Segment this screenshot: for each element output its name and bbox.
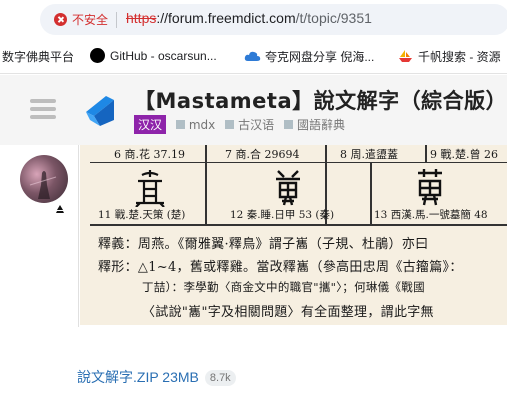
- bookmark-item[interactable]: 千帆搜索 - 资源: [398, 48, 501, 65]
- scan-cell-label: 7 商.合 29694: [225, 148, 300, 161]
- address-bar-area: 不安全 https://forum.freemdict.com/t/topic/…: [0, 0, 507, 40]
- scan-text-line: 丁喆）：李學勤〈商金文中的職官"攜"〉；何琳儀《戰國: [142, 280, 425, 294]
- separator: [116, 12, 117, 28]
- ancient-character-glyph: [418, 169, 442, 206]
- tag-item[interactable]: 國語辭典: [283, 116, 345, 133]
- ship-icon: [399, 50, 412, 62]
- topic-title[interactable]: 【Mastameta】說文解字（綜合版）: [134, 85, 507, 115]
- bookmark-item[interactable]: GitHub - oscarsun...: [90, 48, 217, 63]
- bookmark-label: 千帆搜索 - 资源: [418, 50, 501, 64]
- scan-text-line: 釋形：△1~4，舊或釋雞。當改釋巂（參高田忠周《古籀篇》：: [98, 260, 463, 275]
- attachment-name: 說文解字.ZIP 23MB: [77, 369, 199, 385]
- security-label[interactable]: 不安全: [72, 11, 108, 28]
- scan-text-line: 〈試說"巂"字及相關問題〉有全面整理，謂此字無: [142, 305, 434, 320]
- url-path: /t/topic/9351: [295, 10, 372, 26]
- bookmark-label: 夸克网盘分享 倪海...: [265, 50, 375, 64]
- url-protocol: https: [126, 10, 157, 26]
- tag-item[interactable]: 古汉语: [225, 116, 274, 133]
- tag-label: 古汉语: [238, 118, 275, 132]
- tag-label: mdx: [188, 117, 216, 132]
- bookmark-item[interactable]: 夸克网盘分享 倪海...: [244, 48, 374, 65]
- attachment-link[interactable]: 說文解字.ZIP 23MB 8.7k: [77, 367, 236, 387]
- category-badge[interactable]: 汉汉: [134, 115, 167, 134]
- scan-grid-bottom: [90, 224, 507, 226]
- scan-cell-label: 6 商.花 37.19: [114, 148, 185, 161]
- tag-item[interactable]: mdx: [175, 117, 216, 132]
- scan-cell-label: 12 秦.睡.日甲 53 (秦): [230, 209, 335, 221]
- not-secure-icon[interactable]: [54, 13, 67, 26]
- tag-label: 國語辭典: [296, 118, 345, 132]
- url-bar[interactable]: 不安全 https://forum.freemdict.com/t/topic/…: [40, 4, 507, 35]
- post-divider: [78, 145, 79, 327]
- forum-logo-icon[interactable]: [80, 90, 120, 130]
- url-text[interactable]: https://forum.freemdict.com/t/topic/9351: [126, 10, 372, 26]
- download-count-badge: 8.7k: [204, 370, 236, 386]
- post-body: 6 商.花 37.19 7 商.合 29694 8 周.遣盨蓋 9 戰.楚.曾 …: [0, 145, 507, 410]
- bookmark-label: 数字佛典平台: [2, 50, 75, 64]
- dictionary-scan-image: 6 商.花 37.19 7 商.合 29694 8 周.遣盨蓋 9 戰.楚.曾 …: [80, 145, 507, 325]
- forum-header: 【Mastameta】說文解字（綜合版） 汉汉 mdx 古汉语 國語辭典: [0, 75, 507, 145]
- scan-text-line: 釋義：周燕。《爾雅翼·釋鳥》謂子巂（子規、杜鵑）亦曰: [98, 237, 429, 252]
- scan-cell-label: 13 西漢.馬.一號墓簡 48: [374, 209, 488, 221]
- url-host: forum.freemdict.com: [168, 10, 296, 26]
- bookmark-label: GitHub - oscarsun...: [110, 49, 217, 63]
- user-avatar[interactable]: [20, 155, 68, 203]
- url-separator: ://: [156, 10, 169, 26]
- scan-column-divider: [205, 145, 207, 225]
- menu-icon[interactable]: [30, 99, 56, 119]
- tag-square-icon: [225, 120, 235, 129]
- scan-cell-label: 9 戰.楚.曾 26: [430, 148, 498, 161]
- scan-cell-label: 11 戰.楚.天策 (楚): [98, 209, 186, 221]
- bookmark-item[interactable]: 数字佛典平台: [2, 48, 74, 65]
- github-icon: [90, 48, 105, 63]
- ancient-character-glyph: [135, 170, 165, 207]
- tag-square-icon: [175, 119, 185, 129]
- moderator-badge-icon: [52, 201, 68, 217]
- topic-categories: 汉汉 mdx 古汉语 國語辭典: [134, 115, 345, 134]
- avatar-figure-icon: [29, 171, 57, 199]
- cloud-icon: [244, 51, 261, 61]
- scan-column-divider: [370, 163, 372, 225]
- scan-cell-label: 8 周.遣盨蓋: [340, 148, 398, 161]
- bookmarks-bar: 数字佛典平台 GitHub - oscarsun... 夸克网盘分享 倪海...…: [0, 40, 507, 74]
- tag-square-icon: [283, 120, 293, 129]
- ancient-character-glyph: [276, 170, 300, 206]
- scan-column-divider: [425, 145, 427, 163]
